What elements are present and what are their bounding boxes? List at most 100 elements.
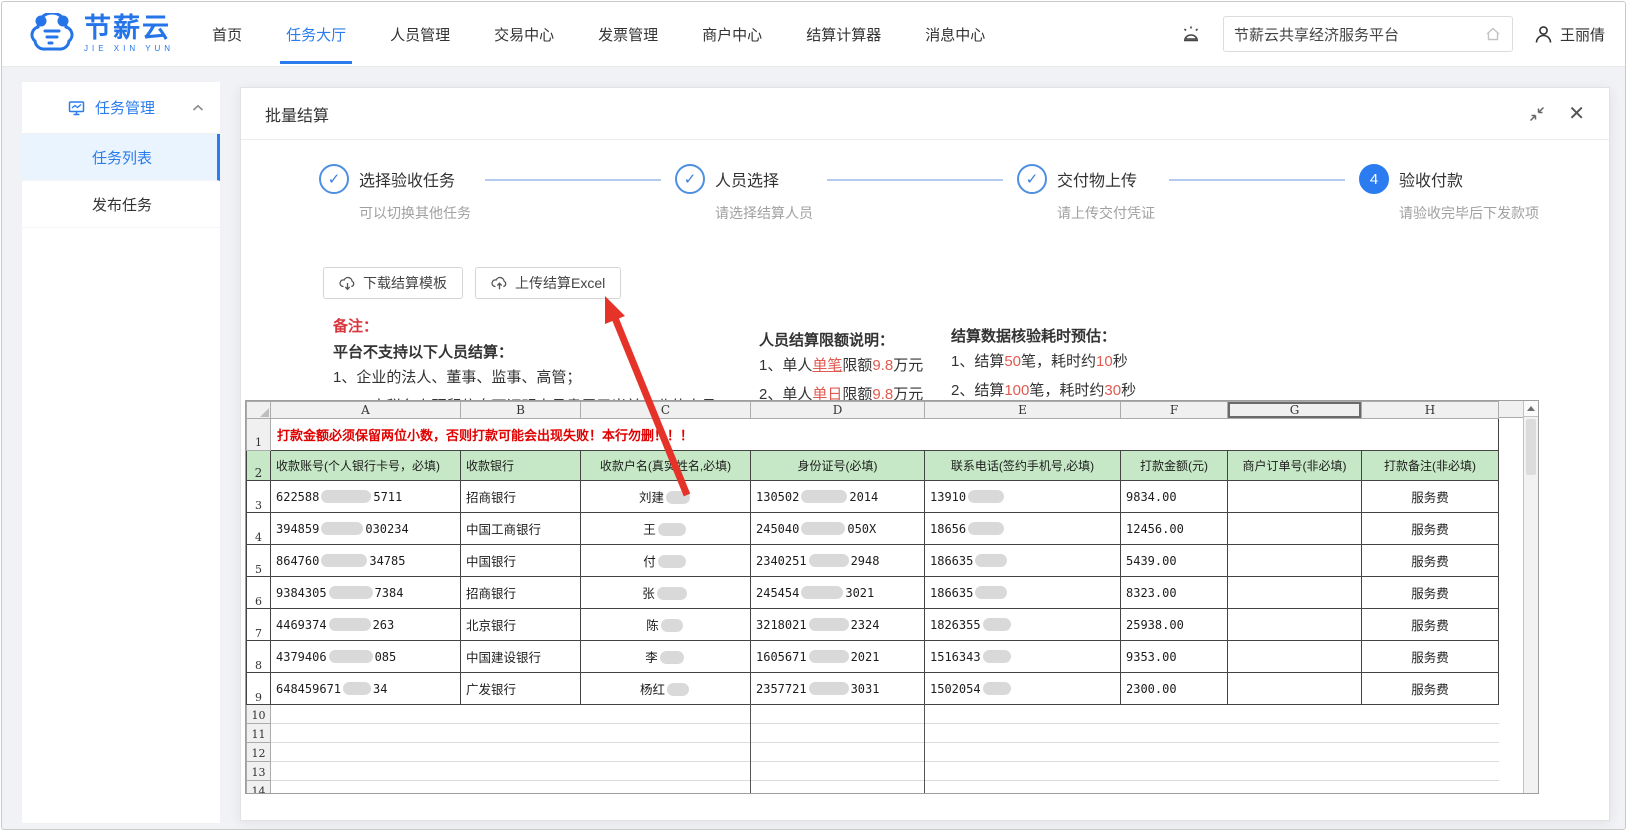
empty-cells[interactable]	[271, 724, 1499, 743]
cell-remark[interactable]: 服务费	[1362, 609, 1499, 641]
scrollbar-up-button[interactable]	[1524, 401, 1538, 417]
header-cell[interactable]: 打款备注(非必填)	[1362, 451, 1499, 481]
sidebar-item-任务列表[interactable]: 任务列表	[22, 134, 220, 181]
cell-bank[interactable]: 招商银行	[461, 481, 581, 513]
header-cell[interactable]: 商户订单号(非必填)	[1228, 451, 1362, 481]
nav-item-商户中心[interactable]: 商户中心	[702, 2, 762, 66]
cell-remark[interactable]: 服务费	[1362, 513, 1499, 545]
cell-phone[interactable]: 1826355	[925, 609, 1121, 641]
cell-account[interactable]: 4379406085	[271, 641, 461, 673]
upload-excel-button[interactable]: 上传结算Excel	[475, 267, 621, 299]
cell-amount[interactable]: 9353.00	[1121, 641, 1228, 673]
cell-account[interactable]: 6225885711	[271, 481, 461, 513]
header-cell[interactable]: 收款户名(真实姓名,必填)	[581, 451, 751, 481]
cell-id[interactable]: 245040050X	[751, 513, 925, 545]
column-header-E[interactable]: E	[925, 402, 1121, 419]
empty-cells[interactable]	[271, 762, 1499, 781]
cell-id[interactable]: 16056712021	[751, 641, 925, 673]
cell-name[interactable]: 付	[581, 545, 751, 577]
nav-item-交易中心[interactable]: 交易中心	[494, 2, 554, 66]
cell-bank[interactable]: 中国银行	[461, 545, 581, 577]
column-header-G[interactable]: G	[1228, 402, 1362, 419]
cell-remark[interactable]: 服务费	[1362, 641, 1499, 673]
cell-remark[interactable]: 服务费	[1362, 577, 1499, 609]
empty-cells[interactable]	[271, 705, 1499, 724]
cell-name[interactable]: 刘建	[581, 481, 751, 513]
cell-id[interactable]: 32180212324	[751, 609, 925, 641]
empty-cells[interactable]	[271, 743, 1499, 762]
header-cell[interactable]: 打款金额(元)	[1121, 451, 1228, 481]
cell-remark[interactable]: 服务费	[1362, 481, 1499, 513]
cell-bank[interactable]: 北京银行	[461, 609, 581, 641]
notification-bell-icon[interactable]	[1179, 22, 1203, 46]
header-cell[interactable]: 联系电话(签约手机号,必填)	[925, 451, 1121, 481]
cell-bank[interactable]: 中国建设银行	[461, 641, 581, 673]
compress-window-icon[interactable]	[1528, 105, 1546, 123]
sidebar-item-发布任务[interactable]: 发布任务	[22, 181, 220, 228]
cell-order[interactable]	[1228, 641, 1362, 673]
cell-amount[interactable]: 2300.00	[1121, 673, 1228, 705]
empty-cells[interactable]	[271, 781, 1499, 795]
cell-remark[interactable]: 服务费	[1362, 545, 1499, 577]
column-header-F[interactable]: F	[1121, 402, 1228, 419]
row-number[interactable]: 6	[247, 577, 271, 609]
cell-account[interactable]: 64845967134	[271, 673, 461, 705]
nav-item-发票管理[interactable]: 发票管理	[598, 2, 658, 66]
cell-name[interactable]: 张	[581, 577, 751, 609]
nav-item-任务大厅[interactable]: 任务大厅	[286, 2, 346, 66]
warning-cell[interactable]: 打款金额必须保留两位小数，否则打款可能会出现失败！本行勿删！！！	[271, 419, 1499, 451]
cell-id[interactable]: 23402512948	[751, 545, 925, 577]
cell-account[interactable]: 86476034785	[271, 545, 461, 577]
cell-phone[interactable]: 1502054	[925, 673, 1121, 705]
row-number[interactable]: 4	[247, 513, 271, 545]
cell-account[interactable]: 394859030234	[271, 513, 461, 545]
header-cell[interactable]: 身份证号(必填)	[751, 451, 925, 481]
cell-bank[interactable]: 中国工商银行	[461, 513, 581, 545]
row-number[interactable]: 3	[247, 481, 271, 513]
cell-phone[interactable]: 186635	[925, 545, 1121, 577]
platform-select[interactable]: 节薪云共享经济服务平台	[1223, 16, 1513, 52]
cell-amount[interactable]: 8323.00	[1121, 577, 1228, 609]
cell-name[interactable]: 李	[581, 641, 751, 673]
row-number[interactable]: 14	[247, 781, 271, 795]
nav-item-消息中心[interactable]: 消息中心	[925, 2, 985, 66]
row-number[interactable]: 11	[247, 724, 271, 743]
cell-order[interactable]	[1228, 481, 1362, 513]
cell-order[interactable]	[1228, 577, 1362, 609]
cell-id[interactable]: 2454543021	[751, 577, 925, 609]
nav-item-首页[interactable]: 首页	[212, 2, 242, 66]
nav-item-结算计算器[interactable]: 结算计算器	[806, 2, 881, 66]
nav-item-人员管理[interactable]: 人员管理	[390, 2, 450, 66]
close-icon[interactable]: ✕	[1568, 104, 1585, 124]
sheet-scrollbar[interactable]	[1523, 401, 1538, 793]
select-all-corner-cell[interactable]	[247, 402, 271, 419]
cell-name[interactable]: 杨红	[581, 673, 751, 705]
header-cell[interactable]: 收款账号(个人银行卡号，必填)	[271, 451, 461, 481]
column-header-H[interactable]: H	[1362, 402, 1499, 419]
column-header-D[interactable]: D	[751, 402, 925, 419]
row-number[interactable]: 8	[247, 641, 271, 673]
row-number[interactable]: 5	[247, 545, 271, 577]
row-number[interactable]: 10	[247, 705, 271, 724]
cell-phone[interactable]: 1516343	[925, 641, 1121, 673]
row-number[interactable]: 7	[247, 609, 271, 641]
header-cell[interactable]: 收款银行	[461, 451, 581, 481]
row-number[interactable]: 9	[247, 673, 271, 705]
cell-amount[interactable]: 5439.00	[1121, 545, 1228, 577]
cell-bank[interactable]: 广发银行	[461, 673, 581, 705]
sidebar-group-task-management[interactable]: 任务管理	[22, 82, 220, 134]
cell-bank[interactable]: 招商银行	[461, 577, 581, 609]
cell-order[interactable]	[1228, 545, 1362, 577]
brand-logo[interactable]: 节薪云 JIE XIN YUN	[30, 13, 174, 55]
column-header-B[interactable]: B	[461, 402, 581, 419]
cell-order[interactable]	[1228, 609, 1362, 641]
user-menu[interactable]: 王丽倩	[1533, 24, 1605, 45]
cell-phone[interactable]: 13910	[925, 481, 1121, 513]
cell-account[interactable]: 4469374263	[271, 609, 461, 641]
row-number[interactable]: 1	[247, 419, 271, 451]
cell-account[interactable]: 93843057384	[271, 577, 461, 609]
row-number[interactable]: 12	[247, 743, 271, 762]
column-header-A[interactable]: A	[271, 402, 461, 419]
row-number[interactable]: 2	[247, 451, 271, 481]
row-number[interactable]: 13	[247, 762, 271, 781]
